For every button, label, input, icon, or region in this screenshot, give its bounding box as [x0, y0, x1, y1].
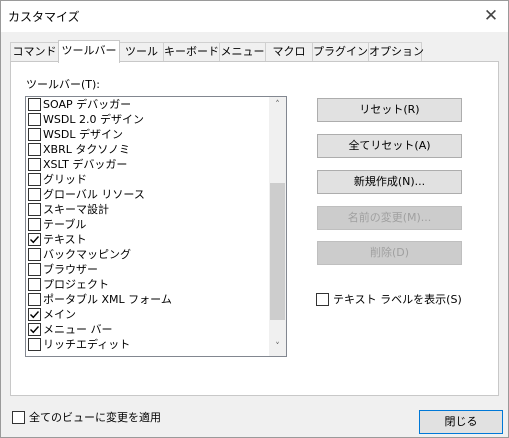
close-icon[interactable]: ✕: [480, 5, 502, 27]
list-item-checkbox[interactable]: [28, 338, 41, 351]
list-item[interactable]: メイン: [26, 307, 270, 322]
list-item-checkbox[interactable]: [28, 203, 41, 216]
list-item-checkbox[interactable]: [28, 113, 41, 126]
list-item-label: テキスト: [43, 233, 87, 246]
list-item-checkbox[interactable]: [28, 308, 41, 321]
list-item-label: XBRL タクソノミ: [43, 143, 131, 156]
list-item-label: テーブル: [43, 218, 87, 231]
list-item-label: グローバル リソース: [43, 188, 145, 201]
list-item-label: メニュー バー: [43, 323, 113, 336]
list-item-checkbox[interactable]: [28, 293, 41, 306]
list-item-label: リッチエディット: [43, 338, 131, 351]
reset-all-button[interactable]: 全てリセット(A): [317, 134, 462, 158]
tab-options[interactable]: オプション: [368, 42, 424, 62]
list-item[interactable]: グローバル リソース: [26, 187, 270, 202]
list-item-label: メイン: [43, 308, 76, 321]
list-item-checkbox[interactable]: [28, 218, 41, 231]
list-item-label: WSDL 2.0 デザイン: [43, 113, 144, 126]
list-item-checkbox[interactable]: [28, 248, 41, 261]
show-text-labels-label: テキスト ラベルを表示(S): [333, 293, 462, 306]
list-item[interactable]: ブラウザー: [26, 262, 270, 277]
list-item[interactable]: ポータブル XML フォーム: [26, 292, 270, 307]
new-toolbar-button[interactable]: 新規作成(N)...: [317, 170, 462, 194]
tab-toolbars[interactable]: ツールバー: [58, 40, 120, 63]
list-item-label: ブラウザー: [43, 263, 98, 276]
list-item[interactable]: WSDL 2.0 デザイン: [26, 112, 270, 127]
list-item-label: プロジェクト: [43, 278, 109, 291]
show-text-labels-checkbox[interactable]: [316, 293, 329, 306]
list-item[interactable]: WSDL デザイン: [26, 127, 270, 142]
list-item[interactable]: XBRL タクソノミ: [26, 142, 270, 157]
list-scrollbar[interactable]: ˄ ˅: [269, 97, 286, 356]
list-item-checkbox[interactable]: [28, 188, 41, 201]
list-item-label: SOAP デバッガー: [43, 98, 132, 111]
reset-button[interactable]: リセット(R): [317, 98, 462, 122]
list-item-checkbox[interactable]: [28, 263, 41, 276]
list-item-label: XSLT デバッガー: [43, 158, 128, 171]
delete-button[interactable]: 削除(D): [317, 241, 462, 265]
title-bar: カスタマイズ ✕: [1, 1, 508, 32]
tab-commands[interactable]: コマンド: [10, 42, 59, 62]
scroll-thumb[interactable]: [270, 183, 285, 320]
list-item-checkbox[interactable]: [28, 323, 41, 336]
toolbars-tab-panel: ツールバー(T): SOAP デバッガー WSDL 2.0 デザイン WSDL デザ…: [10, 61, 499, 396]
list-item-checkbox[interactable]: [28, 278, 41, 291]
list-item-checkbox[interactable]: [28, 98, 41, 111]
scroll-up-icon[interactable]: ˄: [269, 97, 286, 114]
list-item[interactable]: メニュー バー: [26, 322, 270, 337]
list-item-checkbox[interactable]: [28, 233, 41, 246]
list-item-checkbox[interactable]: [28, 143, 41, 156]
tab-menu[interactable]: メニュー: [219, 42, 266, 62]
close-button[interactable]: 閉じる: [419, 410, 503, 434]
checkmark-icon: [30, 311, 40, 319]
list-item-checkbox[interactable]: [28, 173, 41, 186]
toolbars-list[interactable]: SOAP デバッガー WSDL 2.0 デザイン WSDL デザイン XBRL タクソ…: [25, 96, 287, 357]
list-item[interactable]: バックマッピング: [26, 247, 270, 262]
checkmark-icon: [30, 326, 40, 334]
list-item-label: WSDL デザイン: [43, 128, 123, 141]
list-item-label: ポータブル XML フォーム: [43, 293, 172, 306]
list-item[interactable]: XSLT デバッガー: [26, 157, 270, 172]
list-item[interactable]: グリッド: [26, 172, 270, 187]
tab-macros[interactable]: マクロ: [265, 42, 313, 62]
list-item[interactable]: テキスト: [26, 232, 270, 247]
scroll-down-icon[interactable]: ˅: [269, 339, 286, 356]
list-item[interactable]: SOAP デバッガー: [26, 97, 270, 112]
list-item-label: グリッド: [43, 173, 87, 186]
list-item-checkbox[interactable]: [28, 158, 41, 171]
tab-keyboard[interactable]: キーボード: [163, 42, 220, 62]
list-item[interactable]: テーブル: [26, 217, 270, 232]
checkmark-icon: [30, 236, 40, 244]
dialog-title: カスタマイズ: [8, 10, 80, 24]
list-item-label: スキーマ設計: [43, 203, 109, 216]
list-item-label: バックマッピング: [43, 248, 131, 261]
list-item[interactable]: リッチエディット: [26, 337, 270, 352]
list-item-checkbox[interactable]: [28, 128, 41, 141]
toolbars-list-label: ツールバー(T):: [26, 78, 101, 91]
customize-dialog: カスタマイズ ✕ コマンド ツールバー ツール キーボード メニュー マクロ プ…: [0, 0, 509, 438]
tab-plugins[interactable]: プラグイン: [312, 42, 369, 62]
apply-all-views-label: 全てのビューに変更を適用: [29, 411, 161, 424]
rename-button[interactable]: 名前の変更(M)...: [317, 206, 462, 230]
apply-all-views-checkbox[interactable]: [12, 411, 25, 424]
list-item[interactable]: スキーマ設計: [26, 202, 270, 217]
list-item[interactable]: プロジェクト: [26, 277, 270, 292]
tab-tools[interactable]: ツール: [119, 42, 164, 62]
